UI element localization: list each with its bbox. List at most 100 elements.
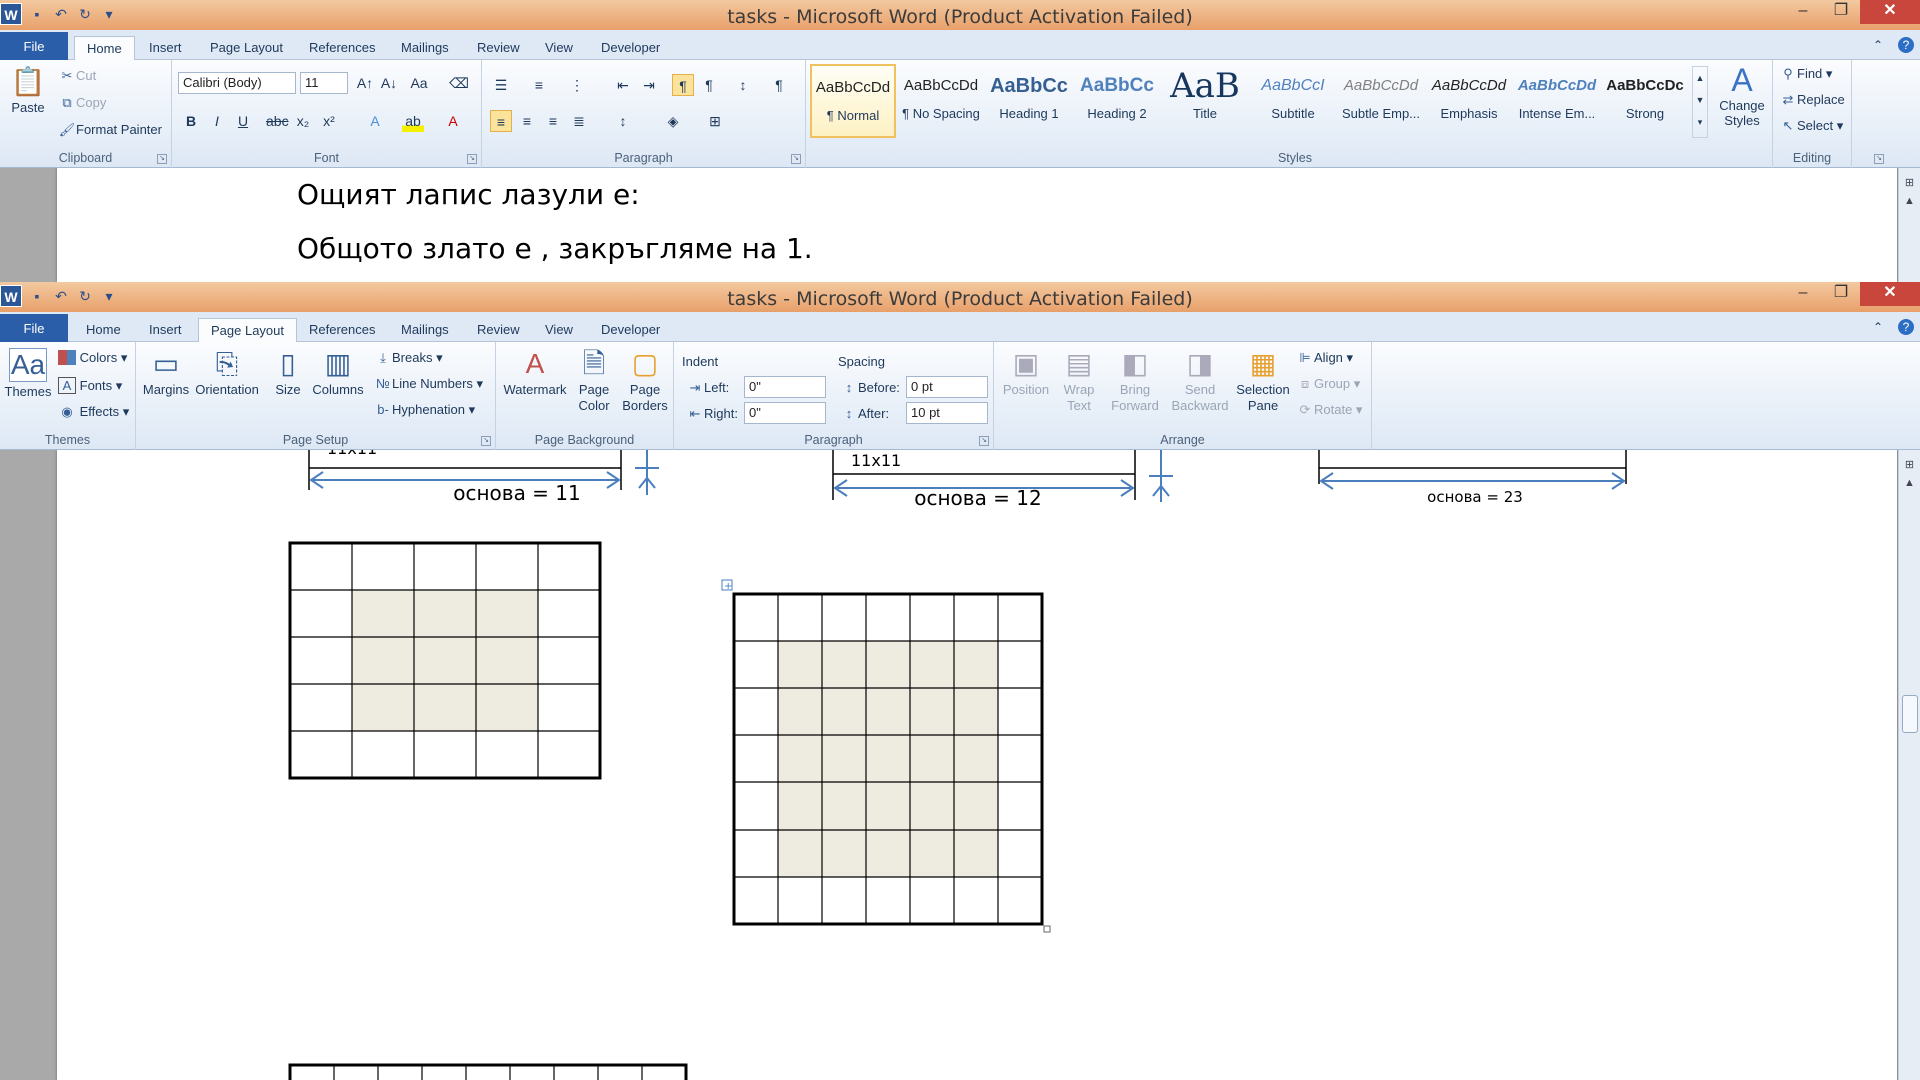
style-subtle-emphasis[interactable]: AaBbCcDd Subtle Emp... — [1338, 64, 1424, 138]
restore-icon[interactable]: ❐ — [1822, 0, 1860, 24]
style-subtitle[interactable]: AaBbCcI Subtitle — [1250, 64, 1336, 138]
tab-insert[interactable]: Insert — [137, 36, 194, 60]
tab-review[interactable]: Review — [465, 318, 532, 342]
scroll-thumb[interactable] — [1902, 695, 1918, 733]
dialog-launcher-icon[interactable]: ↘ — [1874, 154, 1884, 164]
text-effects-icon[interactable]: A — [364, 110, 386, 132]
grid-5x5[interactable] — [288, 541, 602, 780]
underline-icon[interactable]: U — [232, 110, 254, 132]
grid-partial[interactable] — [288, 1063, 688, 1080]
select-button[interactable]: ↖ Select ▾ — [1779, 118, 1844, 134]
ltr-icon[interactable]: ¶ — [672, 74, 694, 96]
dialog-launcher-icon[interactable]: ↘ — [157, 154, 167, 164]
tab-developer[interactable]: Developer — [589, 318, 672, 342]
align-center-icon[interactable]: ≡ — [516, 110, 538, 132]
shading-icon[interactable]: ◈ — [662, 110, 684, 132]
rotate-button[interactable]: ⟳ Rotate ▾ — [1296, 402, 1363, 418]
style-emphasis[interactable]: AaBbCcDd Emphasis — [1426, 64, 1512, 138]
scroll-up-icon[interactable]: ▲ — [1899, 192, 1920, 210]
decrease-indent-icon[interactable]: ⇤ — [612, 74, 634, 96]
increase-indent-icon[interactable]: ⇥ — [638, 74, 660, 96]
style-normal[interactable]: AaBbCcDd ¶ Normal — [810, 64, 896, 138]
rtl-icon[interactable]: ¶ — [698, 74, 720, 96]
justify-icon[interactable]: ≣ — [568, 110, 590, 132]
dialog-launcher-icon[interactable]: ↘ — [791, 154, 801, 164]
numbering-icon[interactable]: ≡ — [528, 74, 550, 96]
tab-file[interactable]: File — [0, 314, 68, 342]
tab-view[interactable]: View — [533, 318, 585, 342]
bold-icon[interactable]: B — [180, 110, 202, 132]
tab-references[interactable]: References — [297, 318, 387, 342]
document-line-2[interactable]: Общото злато е , закръгляме на 1. — [297, 232, 813, 265]
multilevel-list-icon[interactable]: ⋮ — [566, 74, 588, 96]
copy-button[interactable]: ⧉ Copy — [58, 95, 106, 111]
scroll-up-icon[interactable]: ▲ — [1899, 474, 1920, 492]
line-spacing-icon[interactable]: ↕ — [612, 110, 634, 132]
spacing-after-input[interactable]: 10 pt — [906, 402, 988, 424]
orientation-button[interactable]: ⎘ Orientation — [194, 348, 260, 397]
bring-forward-button[interactable]: ◧ Bring Forward — [1106, 348, 1164, 414]
sort-icon[interactable]: ↕ — [732, 74, 754, 96]
tab-mailings[interactable]: Mailings — [389, 36, 461, 60]
document-line-1[interactable]: Ощият лапис лазули е: — [297, 178, 640, 211]
spacing-before-input[interactable]: 0 pt — [906, 376, 988, 398]
font-name-combo[interactable]: Calibri (Body) — [178, 72, 296, 94]
superscript-icon[interactable]: x² — [318, 110, 340, 132]
minimize-icon[interactable]: – — [1784, 0, 1822, 24]
paste-button[interactable]: 📋 Paste — [8, 66, 48, 115]
wrap-text-button[interactable]: ▤ Wrap Text — [1056, 348, 1102, 414]
page-color-button[interactable]: 🗎 Page Color — [572, 348, 616, 414]
size-button[interactable]: ▯ Size — [268, 348, 308, 397]
find-button[interactable]: ⚲ Find ▾ — [1779, 66, 1832, 82]
margins-button[interactable]: ▭ Margins — [142, 348, 190, 397]
tab-page-layout[interactable]: Page Layout — [198, 318, 298, 342]
tab-home[interactable]: Home — [74, 318, 133, 342]
tab-insert[interactable]: Insert — [137, 318, 194, 342]
align-left-icon[interactable]: ≡ — [490, 110, 512, 132]
subscript-icon[interactable]: x₂ — [292, 110, 314, 132]
show-marks-icon[interactable]: ¶ — [768, 74, 790, 96]
align-button[interactable]: ⊫ Align ▾ — [1296, 350, 1353, 366]
bullets-icon[interactable]: ☰ — [490, 74, 512, 96]
font-color-icon[interactable]: A — [442, 110, 464, 132]
line-numbers-button[interactable]: № Line Numbers ▾ — [374, 376, 483, 392]
hyphenation-button[interactable]: b‐ Hyphenation ▾ — [374, 402, 475, 418]
fonts-button[interactable]: A Fonts ▾ — [58, 377, 122, 394]
document-page-2[interactable]: 11x11 основа = 11 11x11 — [57, 450, 1897, 1080]
tab-references[interactable]: References — [297, 36, 387, 60]
tab-mailings[interactable]: Mailings — [389, 318, 461, 342]
change-case-icon[interactable]: Aa — [408, 72, 430, 94]
tab-view[interactable]: View — [533, 36, 585, 60]
tab-developer[interactable]: Developer — [589, 36, 672, 60]
colors-button[interactable]: Colors ▾ — [58, 350, 127, 366]
shrink-font-icon[interactable]: A↓ — [378, 72, 400, 94]
restore-icon[interactable]: ❐ — [1822, 282, 1860, 306]
tab-page-layout[interactable]: Page Layout — [198, 36, 295, 60]
indent-right-input[interactable]: 0" — [744, 402, 826, 424]
style-heading-1[interactable]: AaBbCc Heading 1 — [986, 64, 1072, 138]
help-icon[interactable]: ? — [1898, 37, 1914, 53]
borders-icon[interactable]: ⊞ — [704, 110, 726, 132]
grow-font-icon[interactable]: A↑ — [354, 72, 376, 94]
style-title[interactable]: AaB Title — [1162, 64, 1248, 138]
columns-button[interactable]: ▥ Columns — [312, 348, 364, 397]
highlight-icon[interactable]: ab — [402, 110, 424, 132]
dialog-launcher-icon[interactable]: ↘ — [979, 436, 989, 446]
vertical-scrollbar[interactable]: ⊞ ▲ — [1898, 168, 1920, 282]
selection-pane-button[interactable]: ▦ Selection Pane — [1234, 348, 1292, 414]
clear-formatting-icon[interactable]: ⌫ — [448, 72, 470, 94]
tab-home[interactable]: Home — [74, 36, 135, 60]
style-no-spacing[interactable]: AaBbCcDd ¶ No Spacing — [898, 64, 984, 138]
format-painter-button[interactable]: 🖌Format Painter — [58, 122, 162, 138]
dialog-launcher-icon[interactable]: ↘ — [467, 154, 477, 164]
vertical-scrollbar-2[interactable]: ⊞ ▲ — [1898, 450, 1920, 1080]
send-backward-button[interactable]: ◨ Send Backward — [1168, 348, 1232, 414]
themes-button[interactable]: Aa Themes — [4, 348, 52, 399]
change-styles-button[interactable]: A Change Styles — [1712, 64, 1772, 128]
watermark-button[interactable]: A Watermark — [502, 348, 568, 397]
replace-button[interactable]: ⇄ Replace — [1779, 92, 1845, 108]
cut-button[interactable]: ✂ Cut — [58, 68, 97, 84]
dialog-launcher-icon[interactable]: ↘ — [481, 436, 491, 446]
ruler-toggle-icon[interactable]: ⊞ — [1899, 456, 1920, 474]
help-icon[interactable]: ? — [1898, 319, 1914, 335]
